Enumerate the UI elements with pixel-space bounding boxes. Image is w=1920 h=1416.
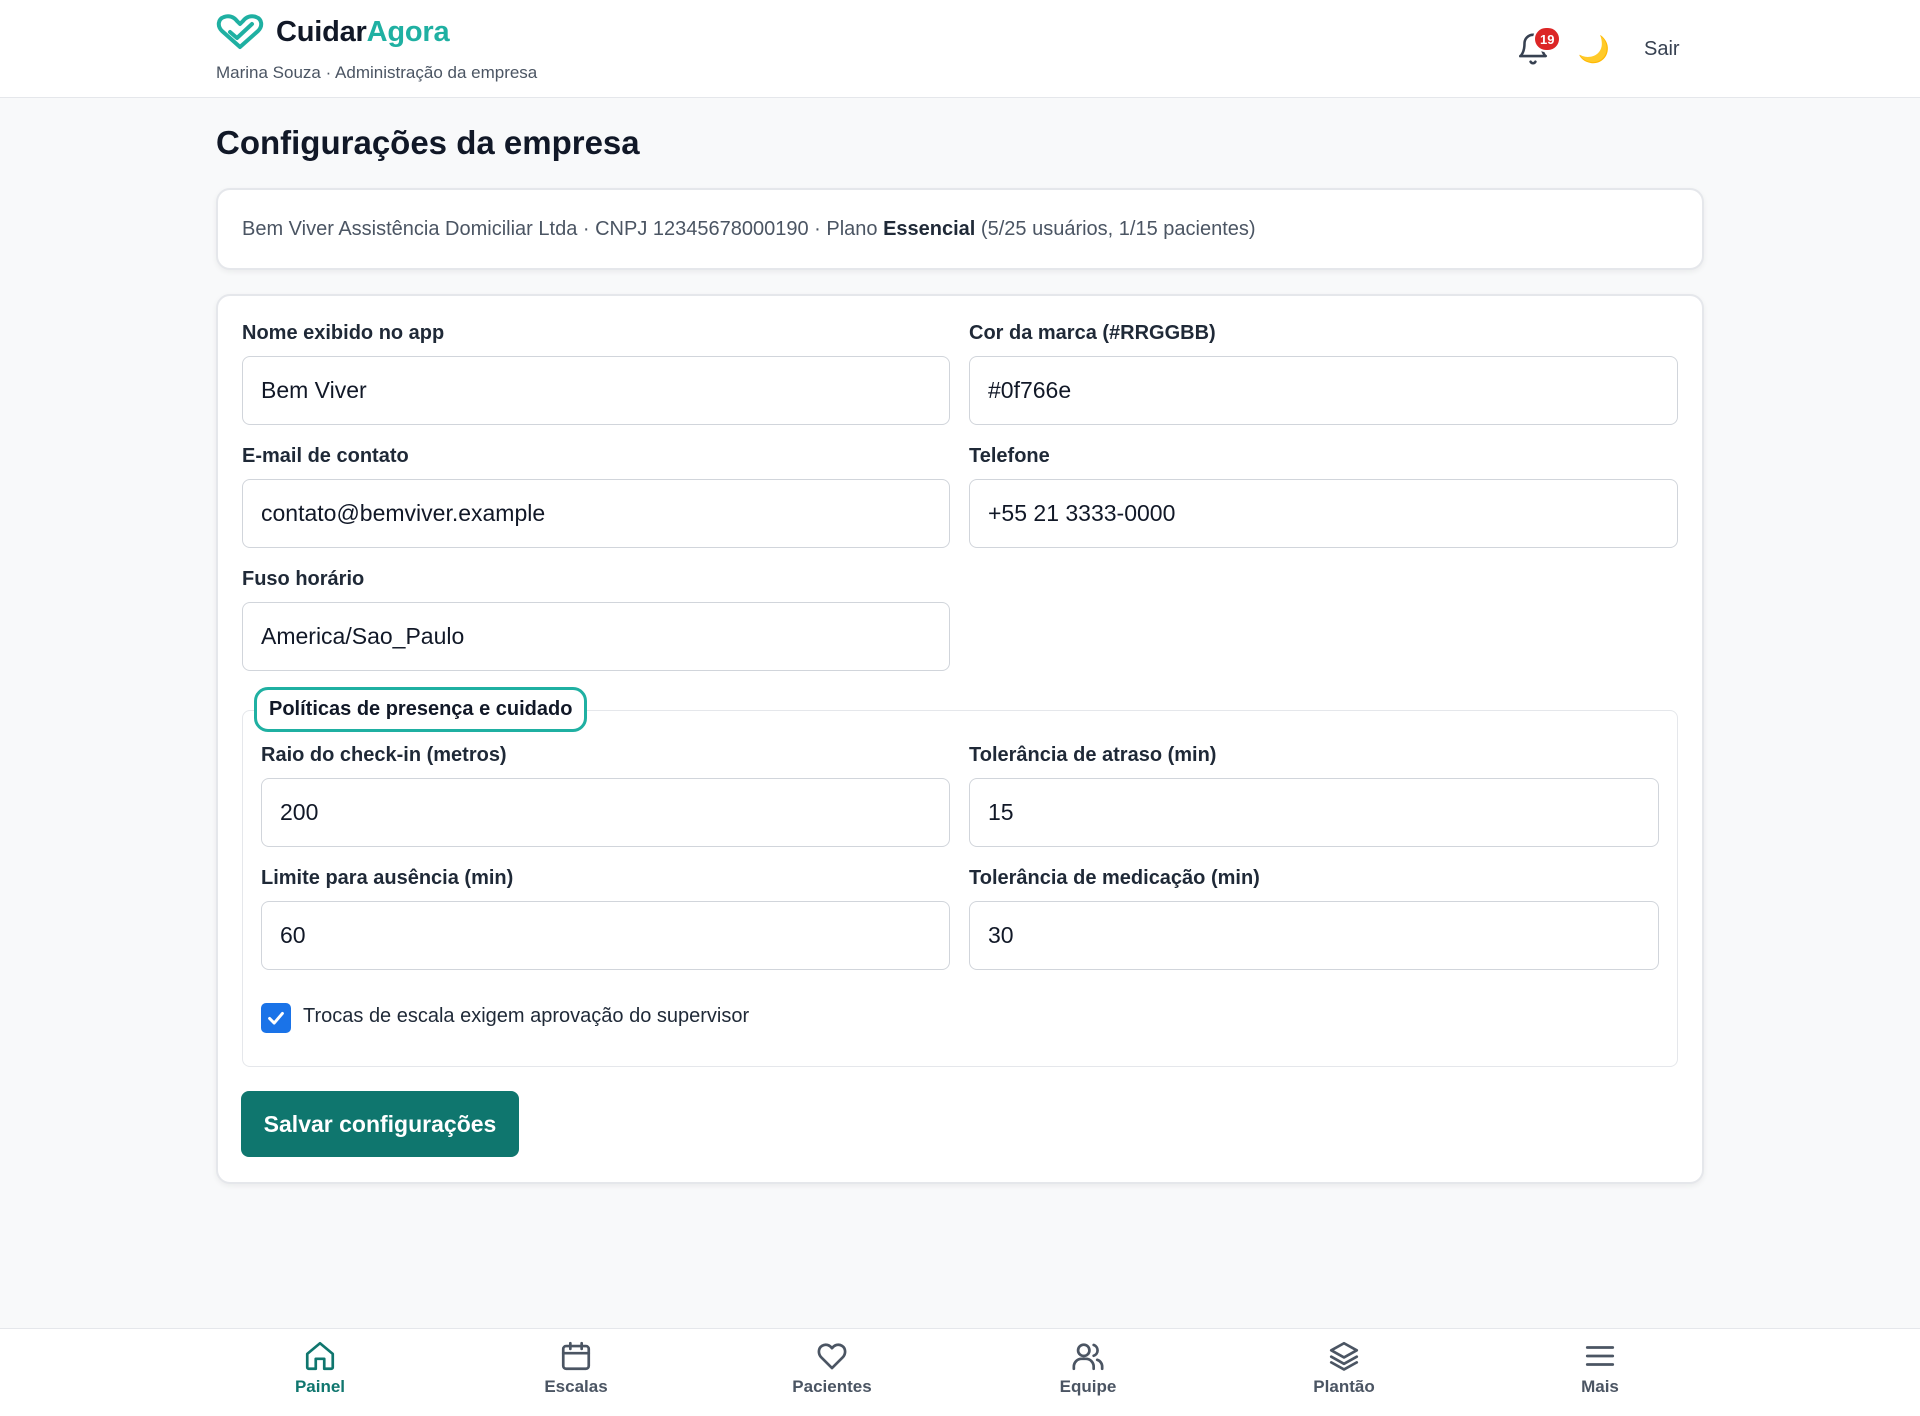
calendar-icon: [561, 1341, 591, 1371]
company-info-card: Bem Viver Assistência Domiciliar Ltda · …: [216, 188, 1704, 270]
company-info-prefix: Bem Viver Assistência Domiciliar Ltda · …: [242, 218, 884, 240]
brand-name-part2: Agora: [366, 15, 450, 48]
company-info-text: Bem Viver Assistência Domiciliar Ltda · …: [242, 218, 1256, 241]
display-name-input[interactable]: [242, 356, 950, 425]
swap-approval-label: Trocas de escala exigem aprovação do sup…: [303, 1005, 750, 1027]
phone-label: Telefone: [969, 445, 1050, 467]
nav-item-painel[interactable]: Painel: [250, 1339, 390, 1409]
medication-tolerance-label: Tolerância de medicação (min): [969, 867, 1260, 889]
menu-icon: [1585, 1346, 1615, 1366]
top-bar: CuidarAgora Marina Souza · Administração…: [0, 0, 1920, 98]
timezone-input[interactable]: [242, 602, 950, 671]
nav-item-pacientes[interactable]: Pacientes: [762, 1339, 902, 1409]
nav-label-plantao: Plantão: [1313, 1377, 1375, 1396]
absence-limit-label: Limite para ausência (min): [261, 867, 514, 889]
logout-button[interactable]: Sair: [1644, 38, 1680, 61]
user-role-line: Marina Souza · Administração da empresa: [216, 63, 538, 82]
nav-label-painel: Painel: [294, 1377, 346, 1396]
brand-color-input[interactable]: [969, 356, 1678, 425]
nav-item-plantao[interactable]: Plantão: [1274, 1339, 1414, 1409]
brand-name: CuidarAgora: [276, 15, 450, 49]
checkin-radius-label: Raio do check-in (metros): [261, 744, 507, 766]
home-icon: [305, 1341, 335, 1371]
heart-logo-icon: [216, 14, 264, 49]
save-settings-button[interactable]: Salvar configurações: [241, 1091, 519, 1157]
layers-icon: [1329, 1341, 1359, 1371]
checkin-radius-input[interactable]: [261, 778, 950, 847]
checkmark-icon: [268, 1011, 284, 1025]
late-tolerance-label: Tolerância de atraso (min): [969, 744, 1217, 766]
header-actions: 19 🌙 Sair: [1510, 26, 1680, 72]
phone-input[interactable]: [969, 479, 1678, 548]
theme-toggle-moon-icon[interactable]: 🌙: [1574, 29, 1614, 69]
heart-icon: [817, 1343, 847, 1370]
late-tolerance-input[interactable]: [969, 778, 1659, 847]
plan-usage: (5/25 usuários, 1/15 pacientes): [975, 218, 1256, 240]
brand-name-part1: Cuidar: [276, 15, 367, 48]
notifications-button[interactable]: 19: [1510, 26, 1562, 72]
nav-item-mais[interactable]: Mais: [1530, 1339, 1670, 1409]
brand-color-label: Cor da marca (#RRGGBB): [969, 322, 1216, 344]
swap-approval-checkbox[interactable]: [261, 1003, 291, 1033]
page-title: Configurações da empresa: [216, 124, 640, 161]
users-icon: [1072, 1343, 1104, 1371]
policies-legend: Políticas de presença e cuidado: [254, 687, 588, 732]
nav-label-mais: Mais: [1581, 1377, 1619, 1396]
nav-item-equipe[interactable]: Equipe: [1018, 1339, 1158, 1409]
nav-label-equipe: Equipe: [1059, 1377, 1117, 1396]
nav-label-escalas: Escalas: [544, 1377, 608, 1396]
brand[interactable]: CuidarAgora: [216, 14, 450, 50]
bottom-nav: Painel Escalas Pacientes Equipe Plantão …: [0, 1328, 1920, 1416]
timezone-label: Fuso horário: [242, 568, 365, 590]
absence-limit-input[interactable]: [261, 901, 950, 970]
plan-name: Essencial: [883, 218, 976, 240]
nav-label-pacientes: Pacientes: [792, 1377, 872, 1396]
nav-item-escalas[interactable]: Escalas: [506, 1339, 646, 1409]
notifications-badge: 19: [1533, 26, 1562, 52]
medication-tolerance-input[interactable]: [969, 901, 1659, 970]
email-label: E-mail de contato: [242, 445, 409, 467]
email-input[interactable]: [242, 479, 950, 548]
display-name-label: Nome exibido no app: [242, 322, 445, 344]
